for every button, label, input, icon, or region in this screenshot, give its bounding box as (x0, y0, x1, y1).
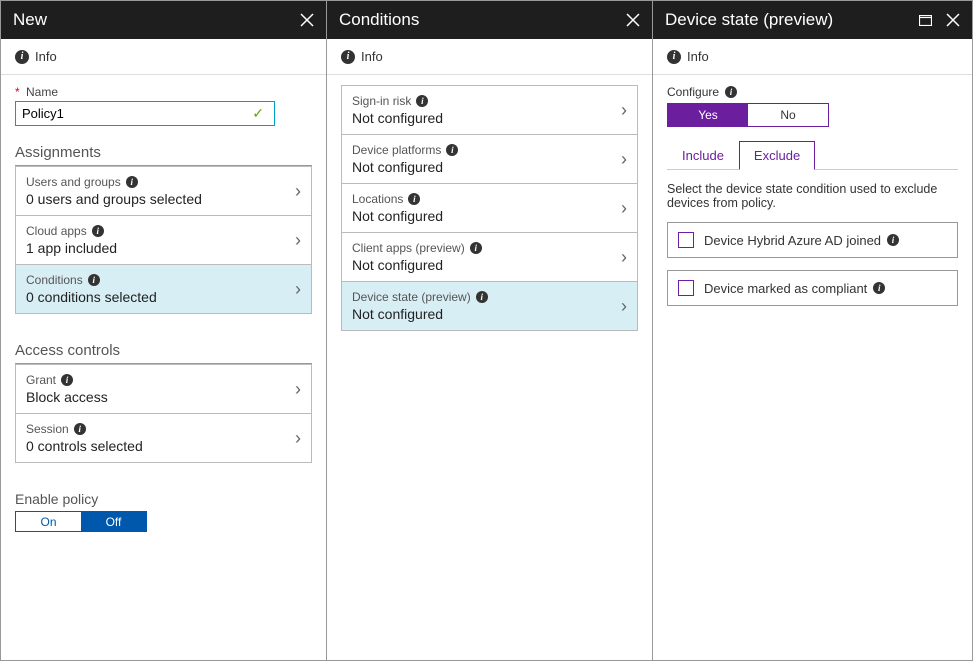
chevron-right-icon: › (295, 181, 301, 202)
chevron-right-icon: › (621, 247, 627, 268)
required-star-icon: * (15, 85, 20, 99)
name-input[interactable] (15, 101, 275, 126)
close-icon[interactable] (946, 13, 960, 27)
include-exclude-tabs: Include Exclude (667, 141, 958, 170)
info-icon: i (126, 176, 138, 188)
name-field-label: * Name (15, 85, 312, 99)
info-label: Info (35, 49, 57, 64)
info-icon: i (476, 291, 488, 303)
configure-yes[interactable]: Yes (668, 104, 748, 126)
conditions-item[interactable]: Conditions i 0 conditions selected › (15, 265, 312, 314)
info-bar[interactable]: i Info (653, 39, 972, 75)
checkbox-hybrid-azure-ad[interactable]: Device Hybrid Azure AD joined i (667, 222, 958, 258)
info-bar[interactable]: i Info (1, 39, 326, 75)
configure-no[interactable]: No (748, 104, 828, 126)
signin-risk-item[interactable]: Sign-in riski Not configured › (341, 86, 638, 135)
close-icon[interactable] (626, 13, 640, 27)
chevron-right-icon: › (621, 100, 627, 121)
info-icon: i (667, 50, 681, 64)
info-icon: i (74, 423, 86, 435)
locations-item[interactable]: Locationsi Not configured › (341, 184, 638, 233)
info-label: Info (687, 49, 709, 64)
info-icon: i (88, 274, 100, 286)
conditions-list: Sign-in riski Not configured › Device pl… (341, 85, 638, 331)
grant-item[interactable]: Grant i Block access › (15, 365, 312, 414)
info-icon: i (408, 193, 420, 205)
device-state-item[interactable]: Device state (preview)i Not configured › (341, 282, 638, 331)
blade-device-state-title: Device state (preview) (665, 10, 833, 30)
blade-device-state: Device state (preview) i Info Configure … (653, 1, 972, 660)
users-and-groups-item[interactable]: Users and groups i 0 users and groups se… (15, 167, 312, 216)
blade-conditions: Conditions i Info Sign-in riski Not conf… (327, 1, 653, 660)
configure-label-row: Configure i (667, 85, 958, 99)
info-icon: i (416, 95, 428, 107)
enable-policy-title: Enable policy (15, 491, 312, 507)
checkbox-icon (678, 232, 694, 248)
tab-exclude[interactable]: Exclude (739, 141, 815, 170)
close-icon[interactable] (300, 13, 314, 27)
info-label: Info (361, 49, 383, 64)
info-icon: i (873, 282, 885, 294)
info-icon: i (887, 234, 899, 246)
checkbox-icon (678, 280, 694, 296)
chevron-right-icon: › (621, 198, 627, 219)
chevron-right-icon: › (621, 149, 627, 170)
blade-new-title: New (13, 10, 47, 30)
info-icon: i (446, 144, 458, 156)
enable-policy-on[interactable]: On (16, 512, 81, 531)
blade-device-state-header: Device state (preview) (653, 1, 972, 39)
blade-new-header: New (1, 1, 326, 39)
configure-toggle[interactable]: Yes No (667, 103, 829, 127)
info-icon: i (15, 50, 29, 64)
cloud-apps-item[interactable]: Cloud apps i 1 app included › (15, 216, 312, 265)
blade-conditions-header: Conditions (327, 1, 652, 39)
checkbox-compliant[interactable]: Device marked as compliant i (667, 270, 958, 306)
info-icon: i (92, 225, 104, 237)
access-controls-list: Grant i Block access › Session i 0 contr… (15, 364, 312, 463)
maximize-icon[interactable] (919, 15, 932, 26)
info-bar[interactable]: i Info (327, 39, 652, 75)
chevron-right-icon: › (295, 279, 301, 300)
exclude-description: Select the device state condition used t… (667, 182, 958, 210)
info-icon: i (725, 86, 737, 98)
enable-policy-toggle[interactable]: On Off (15, 511, 147, 532)
chevron-right-icon: › (295, 379, 301, 400)
client-apps-item[interactable]: Client apps (preview)i Not configured › (341, 233, 638, 282)
access-controls-section-title: Access controls (15, 342, 312, 359)
chevron-right-icon: › (295, 230, 301, 251)
enable-policy-off[interactable]: Off (81, 512, 146, 531)
chevron-right-icon: › (295, 428, 301, 449)
info-icon: i (470, 242, 482, 254)
info-icon: i (341, 50, 355, 64)
info-icon: i (61, 374, 73, 386)
checkmark-icon: ✓ (252, 105, 264, 122)
blade-conditions-title: Conditions (339, 10, 419, 30)
device-platforms-item[interactable]: Device platformsi Not configured › (341, 135, 638, 184)
assignments-section-title: Assignments (15, 144, 312, 161)
assignments-list: Users and groups i 0 users and groups se… (15, 166, 312, 314)
session-item[interactable]: Session i 0 controls selected › (15, 414, 312, 463)
tab-include[interactable]: Include (667, 141, 739, 170)
chevron-right-icon: › (621, 296, 627, 317)
blade-new: New i Info * Name ✓ Assignments (1, 1, 327, 660)
